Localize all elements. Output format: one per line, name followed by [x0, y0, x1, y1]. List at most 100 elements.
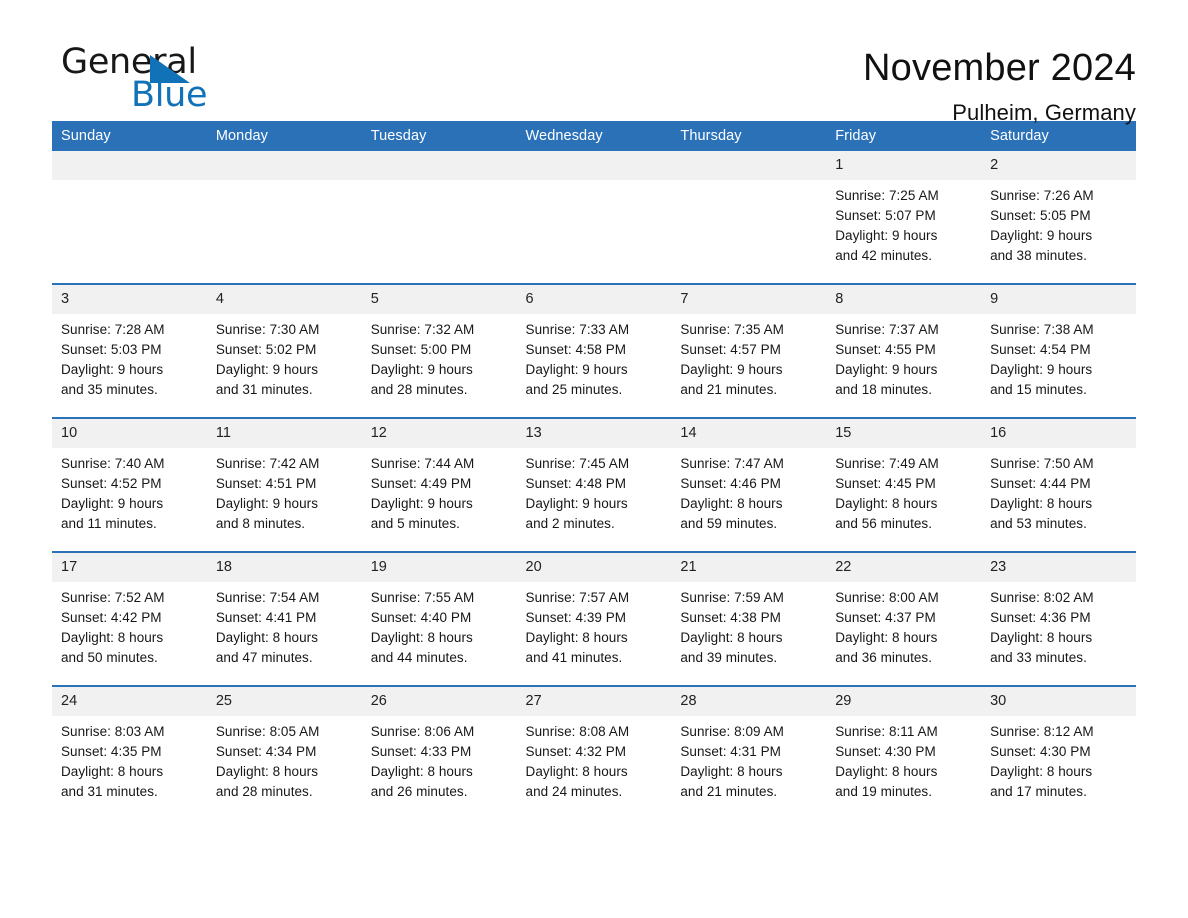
sunrise-text: Sunrise: 8:00 AM — [835, 590, 939, 605]
daylight-text-line1: Daylight: 8 hours — [990, 630, 1093, 645]
daylight-text-line1: Daylight: 9 hours — [370, 362, 473, 377]
general-blue-logo[interactable]: General Blue — [52, 44, 312, 118]
daylight-text-line1: Daylight: 9 hours — [525, 496, 628, 511]
calendar-day-cell[interactable]: 25 Sunrise: 8:05 AM Sunset: 4:34 PM Dayligh… — [206, 685, 362, 819]
daylight-text-line2: and 28 minutes. — [215, 784, 313, 799]
weekday-header-tuesday: Tuesday — [361, 121, 517, 151]
calendar-day-cell[interactable]: 9 Sunrise: 7:38 AM Sunset: 4:54 PM Daylight… — [981, 283, 1136, 418]
calendar-day-cell[interactable]: 11 Sunrise: 7:42 AM Sunset: 4:51 PM Dayligh… — [206, 417, 362, 552]
weekday-header-monday: Monday — [206, 121, 362, 151]
calendar-day-cell[interactable]: 10 Sunrise: 7:40 AM Sunset: 4:52 PM Dayligh… — [52, 417, 207, 552]
page-header: General Blue November 2024 Pulheim, Germ… — [52, 0, 1136, 125]
calendar-day-cell[interactable]: 6 Sunrise: 7:33 AM Sunset: 4:58 PM Daylight… — [516, 283, 672, 418]
calendar-day-cell[interactable]: 28 Sunrise: 8:09 AM Sunset: 4:31 PM Dayligh… — [671, 685, 827, 819]
calendar-day-cell[interactable]: 20 Sunrise: 7:57 AM Sunset: 4:39 PM Dayligh… — [516, 551, 672, 686]
calendar-day-cell[interactable]: 29 Sunrise: 8:11 AM Sunset: 4:30 PM Dayligh… — [826, 685, 982, 819]
day-number: 28 — [671, 687, 827, 716]
calendar-day-cell[interactable]: 23 Sunrise: 8:02 AM Sunset: 4:36 PM Dayligh… — [981, 551, 1136, 686]
calendar-day-cell[interactable]: 27 Sunrise: 8:08 AM Sunset: 4:32 PM Dayligh… — [516, 685, 672, 819]
sunset-text: Sunset: 5:07 PM — [835, 208, 936, 223]
daylight-text-line2: and 28 minutes. — [370, 382, 468, 397]
day-number — [206, 151, 362, 180]
daylight-text-line1: Daylight: 8 hours — [370, 630, 473, 645]
daylight-text-line1: Daylight: 8 hours — [680, 496, 783, 511]
day-details: Sunrise: 7:32 AM Sunset: 5:00 PM Daylight:… — [362, 314, 517, 417]
sunrise-text: Sunrise: 7:26 AM — [990, 188, 1094, 203]
day-details: Sunrise: 7:44 AM Sunset: 4:49 PM Daylight:… — [362, 448, 517, 551]
daylight-text-line1: Daylight: 9 hours — [61, 362, 164, 377]
day-number: 12 — [361, 419, 517, 448]
day-details: Sunrise: 8:06 AM Sunset: 4:33 PM Daylight:… — [362, 716, 517, 819]
sunset-text: Sunset: 5:02 PM — [215, 342, 317, 357]
day-details: Sunrise: 8:08 AM Sunset: 4:32 PM Daylight:… — [517, 716, 672, 819]
day-number: 30 — [981, 687, 1136, 716]
calendar-day-cell[interactable]: 30 Sunrise: 8:12 AM Sunset: 4:30 PM Dayligh… — [981, 685, 1136, 819]
calendar-day-cell[interactable]: 4 Sunrise: 7:30 AM Sunset: 5:02 PM Daylight… — [206, 283, 362, 418]
daylight-text-line1: Daylight: 9 hours — [990, 362, 1093, 377]
day-details: Sunrise: 7:57 AM Sunset: 4:39 PM Daylight:… — [517, 582, 672, 685]
calendar-day-cell[interactable]: 22 Sunrise: 8:00 AM Sunset: 4:37 PM Dayligh… — [826, 551, 982, 686]
calendar-day-cell[interactable]: 21 Sunrise: 7:59 AM Sunset: 4:38 PM Dayligh… — [671, 551, 827, 686]
day-number: 11 — [206, 419, 362, 448]
daylight-text-line2: and 39 minutes. — [680, 650, 778, 665]
sunset-text: Sunset: 4:36 PM — [990, 610, 1091, 625]
daylight-text-line1: Daylight: 9 hours — [835, 228, 938, 243]
calendar-day-cell[interactable]: 19 Sunrise: 7:55 AM Sunset: 4:40 PM Dayligh… — [361, 551, 517, 686]
calendar-day-cell[interactable]: 5 Sunrise: 7:32 AM Sunset: 5:00 PM Daylight… — [361, 283, 517, 418]
daylight-text-line1: Daylight: 9 hours — [525, 362, 628, 377]
sunset-text: Sunset: 4:30 PM — [835, 744, 936, 759]
calendar-day-cell[interactable]: 13 Sunrise: 7:45 AM Sunset: 4:48 PM Dayligh… — [516, 417, 672, 552]
day-number: 14 — [671, 419, 827, 448]
day-details: Sunrise: 7:42 AM Sunset: 4:51 PM Daylight:… — [207, 448, 362, 551]
calendar-cell-empty — [52, 151, 207, 284]
calendar-day-cell[interactable]: 18 Sunrise: 7:54 AM Sunset: 4:41 PM Dayligh… — [206, 551, 362, 686]
day-number: 24 — [52, 687, 207, 716]
calendar-day-cell[interactable]: 1 Sunrise: 7:25 AM Sunset: 5:07 PM Daylight… — [826, 151, 982, 284]
day-details: Sunrise: 7:30 AM Sunset: 5:02 PM Daylight:… — [207, 314, 362, 417]
sunrise-text: Sunrise: 7:57 AM — [525, 590, 630, 605]
calendar-day-cell[interactable]: 26 Sunrise: 8:06 AM Sunset: 4:33 PM Dayligh… — [361, 685, 517, 819]
calendar-day-cell[interactable]: 8 Sunrise: 7:37 AM Sunset: 4:55 PM Daylight… — [826, 283, 982, 418]
day-details: Sunrise: 8:11 AM Sunset: 4:30 PM Daylight:… — [826, 716, 981, 819]
day-number: 25 — [206, 687, 362, 716]
sunrise-text: Sunrise: 7:42 AM — [215, 456, 320, 471]
day-details: Sunrise: 7:47 AM Sunset: 4:46 PM Daylight:… — [671, 448, 826, 551]
sunset-text: Sunset: 4:41 PM — [215, 610, 317, 625]
day-details: Sunrise: 7:38 AM Sunset: 4:54 PM Daylight:… — [981, 314, 1136, 417]
day-details: Sunrise: 7:49 AM Sunset: 4:45 PM Daylight:… — [826, 448, 981, 551]
day-number: 29 — [826, 687, 982, 716]
sunrise-text: Sunrise: 8:11 AM — [835, 724, 938, 739]
calendar-day-cell[interactable]: 24 Sunrise: 8:03 AM Sunset: 4:35 PM Dayligh… — [52, 685, 207, 819]
sunset-text: Sunset: 4:57 PM — [680, 342, 781, 357]
calendar-day-cell[interactable]: 7 Sunrise: 7:35 AM Sunset: 4:57 PM Daylight… — [671, 283, 827, 418]
calendar-day-cell[interactable]: 12 Sunrise: 7:44 AM Sunset: 4:49 PM Dayligh… — [361, 417, 517, 552]
day-number: 2 — [981, 151, 1136, 180]
sunrise-text: Sunrise: 7:49 AM — [835, 456, 939, 471]
daylight-text-line1: Daylight: 8 hours — [61, 764, 164, 779]
day-number — [361, 151, 517, 180]
day-details: Sunrise: 8:03 AM Sunset: 4:35 PM Daylight:… — [52, 716, 207, 819]
calendar-day-cell[interactable]: 3 Sunrise: 7:28 AM Sunset: 5:03 PM Daylight… — [52, 283, 207, 418]
day-details: Sunrise: 8:12 AM Sunset: 4:30 PM Daylight:… — [981, 716, 1136, 819]
calendar-cell-empty — [671, 151, 827, 284]
sunset-text: Sunset: 4:38 PM — [680, 610, 781, 625]
day-number: 6 — [516, 285, 672, 314]
daylight-text-line2: and 8 minutes. — [215, 516, 306, 531]
calendar-day-cell[interactable]: 17 Sunrise: 7:52 AM Sunset: 4:42 PM Dayligh… — [52, 551, 207, 686]
calendar-day-cell[interactable]: 16 Sunrise: 7:50 AM Sunset: 4:44 PM Dayligh… — [981, 417, 1136, 552]
sunrise-text: Sunrise: 8:02 AM — [990, 590, 1094, 605]
calendar-cell-empty — [516, 151, 672, 284]
calendar-day-cell[interactable]: 2 Sunrise: 7:26 AM Sunset: 5:05 PM Daylight… — [981, 151, 1136, 284]
calendar-day-cell[interactable]: 15 Sunrise: 7:49 AM Sunset: 4:45 PM Dayligh… — [826, 417, 982, 552]
sunset-text: Sunset: 4:46 PM — [680, 476, 781, 491]
sunrise-text: Sunrise: 8:08 AM — [525, 724, 630, 739]
day-number: 7 — [671, 285, 827, 314]
daylight-text-line2: and 59 minutes. — [680, 516, 778, 531]
sunrise-text: Sunrise: 7:52 AM — [61, 590, 165, 605]
sunset-text: Sunset: 4:30 PM — [990, 744, 1091, 759]
calendar-day-cell[interactable]: 14 Sunrise: 7:47 AM Sunset: 4:46 PM Dayligh… — [671, 417, 827, 552]
day-number: 13 — [516, 419, 672, 448]
calendar-cell-empty — [206, 151, 362, 284]
daylight-text-line1: Daylight: 9 hours — [61, 496, 164, 511]
sunset-text: Sunset: 4:55 PM — [835, 342, 936, 357]
